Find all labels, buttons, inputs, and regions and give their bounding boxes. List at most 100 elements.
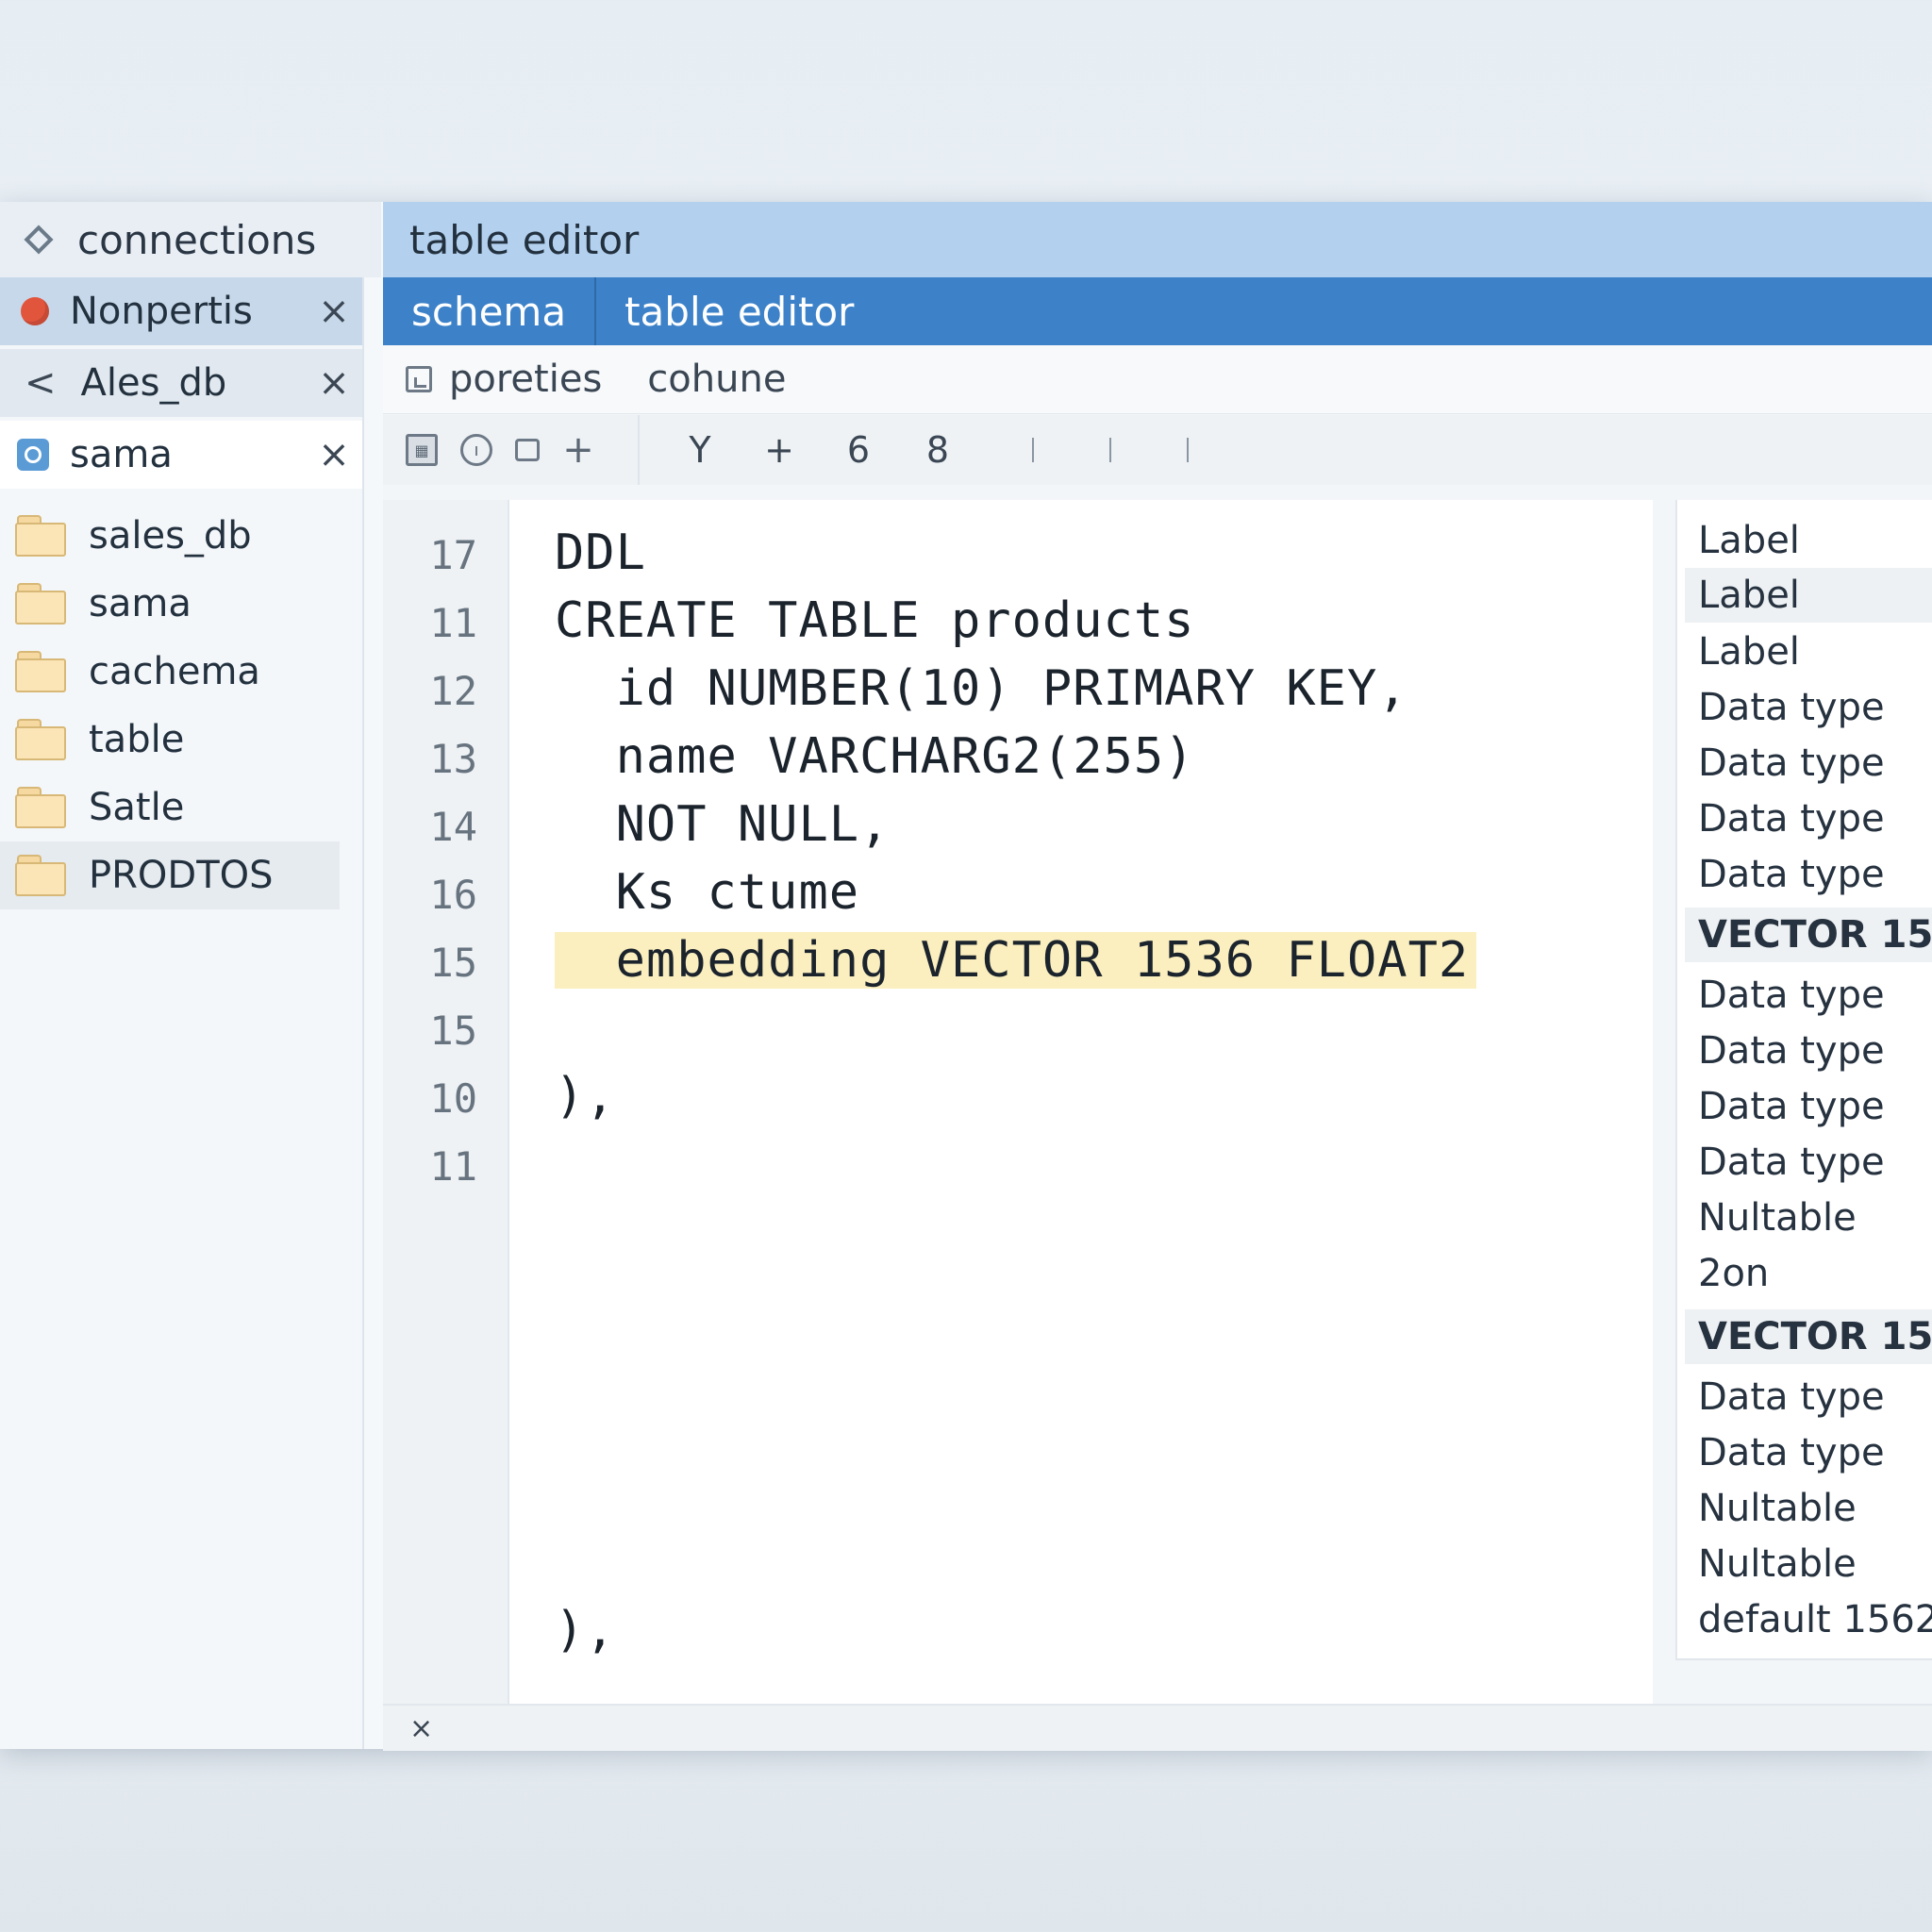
code-line: Ks ctume (555, 864, 860, 921)
property-row[interactable]: Nultable (1685, 1481, 1932, 1536)
open-connection-label: Ales_db (80, 361, 227, 405)
square-icon[interactable] (515, 439, 540, 461)
close-icon[interactable]: × (306, 290, 362, 333)
property-row[interactable]: Label (1685, 625, 1932, 679)
line-number-gutter: 17 11 12 13 14 16 15 15 10 11 (383, 500, 509, 1717)
connections-title: connections (77, 216, 317, 263)
property-row[interactable]: Data type (1685, 847, 1932, 902)
property-label: Data type (1698, 1085, 1885, 1128)
open-connection-nonpertis[interactable]: Nonpertis × (0, 277, 362, 345)
connections-header[interactable]: connections (0, 202, 381, 277)
line-number: 11 (429, 600, 477, 646)
close-icon[interactable]: × (409, 1712, 433, 1745)
toolbar-item-plus[interactable]: + (760, 429, 798, 471)
editor-status-bar: × (383, 1704, 1932, 1751)
line-number: 10 (429, 1075, 477, 1122)
close-icon[interactable]: × (306, 361, 362, 405)
line-number: 12 (429, 668, 477, 714)
subtab-properties[interactable]: poreties (449, 358, 602, 401)
property-label: Nultable (1698, 1542, 1857, 1586)
line-number: 17 (429, 532, 477, 578)
property-row[interactable]: Data type (1685, 791, 1932, 846)
chevron-left-icon[interactable]: < (25, 361, 57, 405)
subtab-columns[interactable]: cohune (647, 358, 786, 401)
tab-table-editor[interactable]: table editor (596, 277, 882, 345)
window-title: table editor (409, 216, 640, 263)
database-icon (17, 439, 49, 471)
tree-item-sales-db[interactable]: sales_db (0, 502, 362, 570)
sql-code-editor[interactable]: DDL CREATE TABLE products id NUMBER(10) … (509, 500, 1653, 1717)
sub-tabs: poreties cohune (383, 345, 1932, 414)
toolbar-item-y[interactable]: Y (681, 429, 719, 471)
folder-icon (15, 583, 68, 625)
property-row[interactable]: Data type (1685, 736, 1932, 791)
property-label: Data type (1698, 1375, 1885, 1419)
folder-icon (15, 787, 68, 828)
app-window: connections Nonpertis × < Ales_db × sama… (0, 202, 1932, 1751)
code-line: id NUMBER(10) PRIMARY KEY, (555, 660, 1408, 717)
property-label: VECTOR 1536 (1698, 1315, 1932, 1358)
tree-item-label: PRODTOS (89, 854, 274, 897)
open-connection-label: Nonpertis (70, 290, 253, 333)
property-label: Label (1698, 519, 1800, 562)
code-line: CREATE TABLE products (555, 592, 1195, 649)
tree-item-sama[interactable]: sama (0, 570, 362, 638)
line-number: 16 (429, 872, 477, 918)
highlighted-code-line: embedding VECTOR 1536 FLOAT2 (555, 932, 1477, 989)
property-section-header[interactable]: VECTOR 1536 (1685, 1309, 1932, 1364)
tree-item-label: Satle (89, 786, 185, 829)
plus-icon[interactable]: + (562, 428, 594, 472)
line-number: 13 (429, 736, 477, 782)
property-row[interactable]: Data type (1685, 968, 1932, 1023)
property-section-header[interactable]: VECTOR 1536 (1685, 908, 1932, 962)
tree-item-prodtos[interactable]: PRODTOS (0, 841, 340, 909)
property-row[interactable]: Nultable (1685, 1537, 1932, 1591)
property-row[interactable]: Data type (1685, 1079, 1932, 1134)
tree-item-satle[interactable]: Satle (0, 774, 362, 841)
toolbar-icon-group: ▦ ı + (383, 415, 640, 485)
code-line: ), (555, 1068, 616, 1124)
editor-tabs: schema table editor (383, 277, 1932, 345)
property-label: Data type (1698, 1431, 1885, 1474)
tab-schema[interactable]: schema (383, 277, 594, 345)
editor-toolbar: ▦ ı + Y + 6 8 (383, 415, 1932, 485)
property-row[interactable]: Nultable (1685, 1191, 1932, 1245)
line-number: 15 (429, 940, 477, 986)
property-row[interactable]: Data type (1685, 680, 1932, 735)
connection-diamond-icon (24, 225, 54, 255)
properties-icon (406, 366, 432, 392)
open-connection-sama[interactable]: sama × (0, 421, 362, 489)
property-label: Nultable (1698, 1196, 1857, 1240)
code-line: DDL (555, 525, 646, 581)
property-label: Label (1698, 630, 1800, 674)
property-row[interactable]: Data type (1685, 1425, 1932, 1480)
property-row[interactable]: Data type (1685, 1024, 1932, 1078)
property-row[interactable]: 2on (1685, 1246, 1932, 1301)
close-icon[interactable]: × (306, 433, 362, 476)
property-row[interactable]: Label (1685, 568, 1932, 623)
property-row[interactable]: Label (1685, 513, 1932, 568)
property-label: Label (1698, 574, 1800, 617)
open-connection-label: sama (70, 433, 173, 476)
tree-item-table[interactable]: table (0, 706, 362, 774)
property-label: VECTOR 1536 (1698, 913, 1932, 957)
info-icon[interactable]: ı (460, 434, 492, 466)
property-row[interactable]: Data type (1685, 1370, 1932, 1424)
table-editor-panel: table editor schema table editor poretie… (383, 202, 1932, 1751)
toolbar-item-6[interactable]: 6 (840, 429, 877, 471)
folder-icon (15, 719, 68, 760)
property-label: Data type (1698, 1029, 1885, 1073)
property-label: Data type (1698, 1141, 1885, 1184)
toolbar-item-8[interactable]: 8 (919, 429, 957, 471)
property-label: Data type (1698, 797, 1885, 841)
toolbar-separator (1032, 438, 1034, 462)
toolbar-controls: Y + 6 8 (640, 415, 1189, 485)
property-label: default 1562 (1698, 1598, 1932, 1641)
grid-icon[interactable]: ▦ (406, 434, 438, 466)
tree-item-cachema[interactable]: cachema (0, 638, 362, 706)
code-line: ), (555, 1602, 616, 1658)
folder-icon (15, 515, 68, 557)
open-connection-ales-db[interactable]: < Ales_db × (0, 349, 362, 417)
property-row[interactable]: Data type (1685, 1135, 1932, 1190)
property-row[interactable]: default 1562 (1685, 1592, 1932, 1647)
